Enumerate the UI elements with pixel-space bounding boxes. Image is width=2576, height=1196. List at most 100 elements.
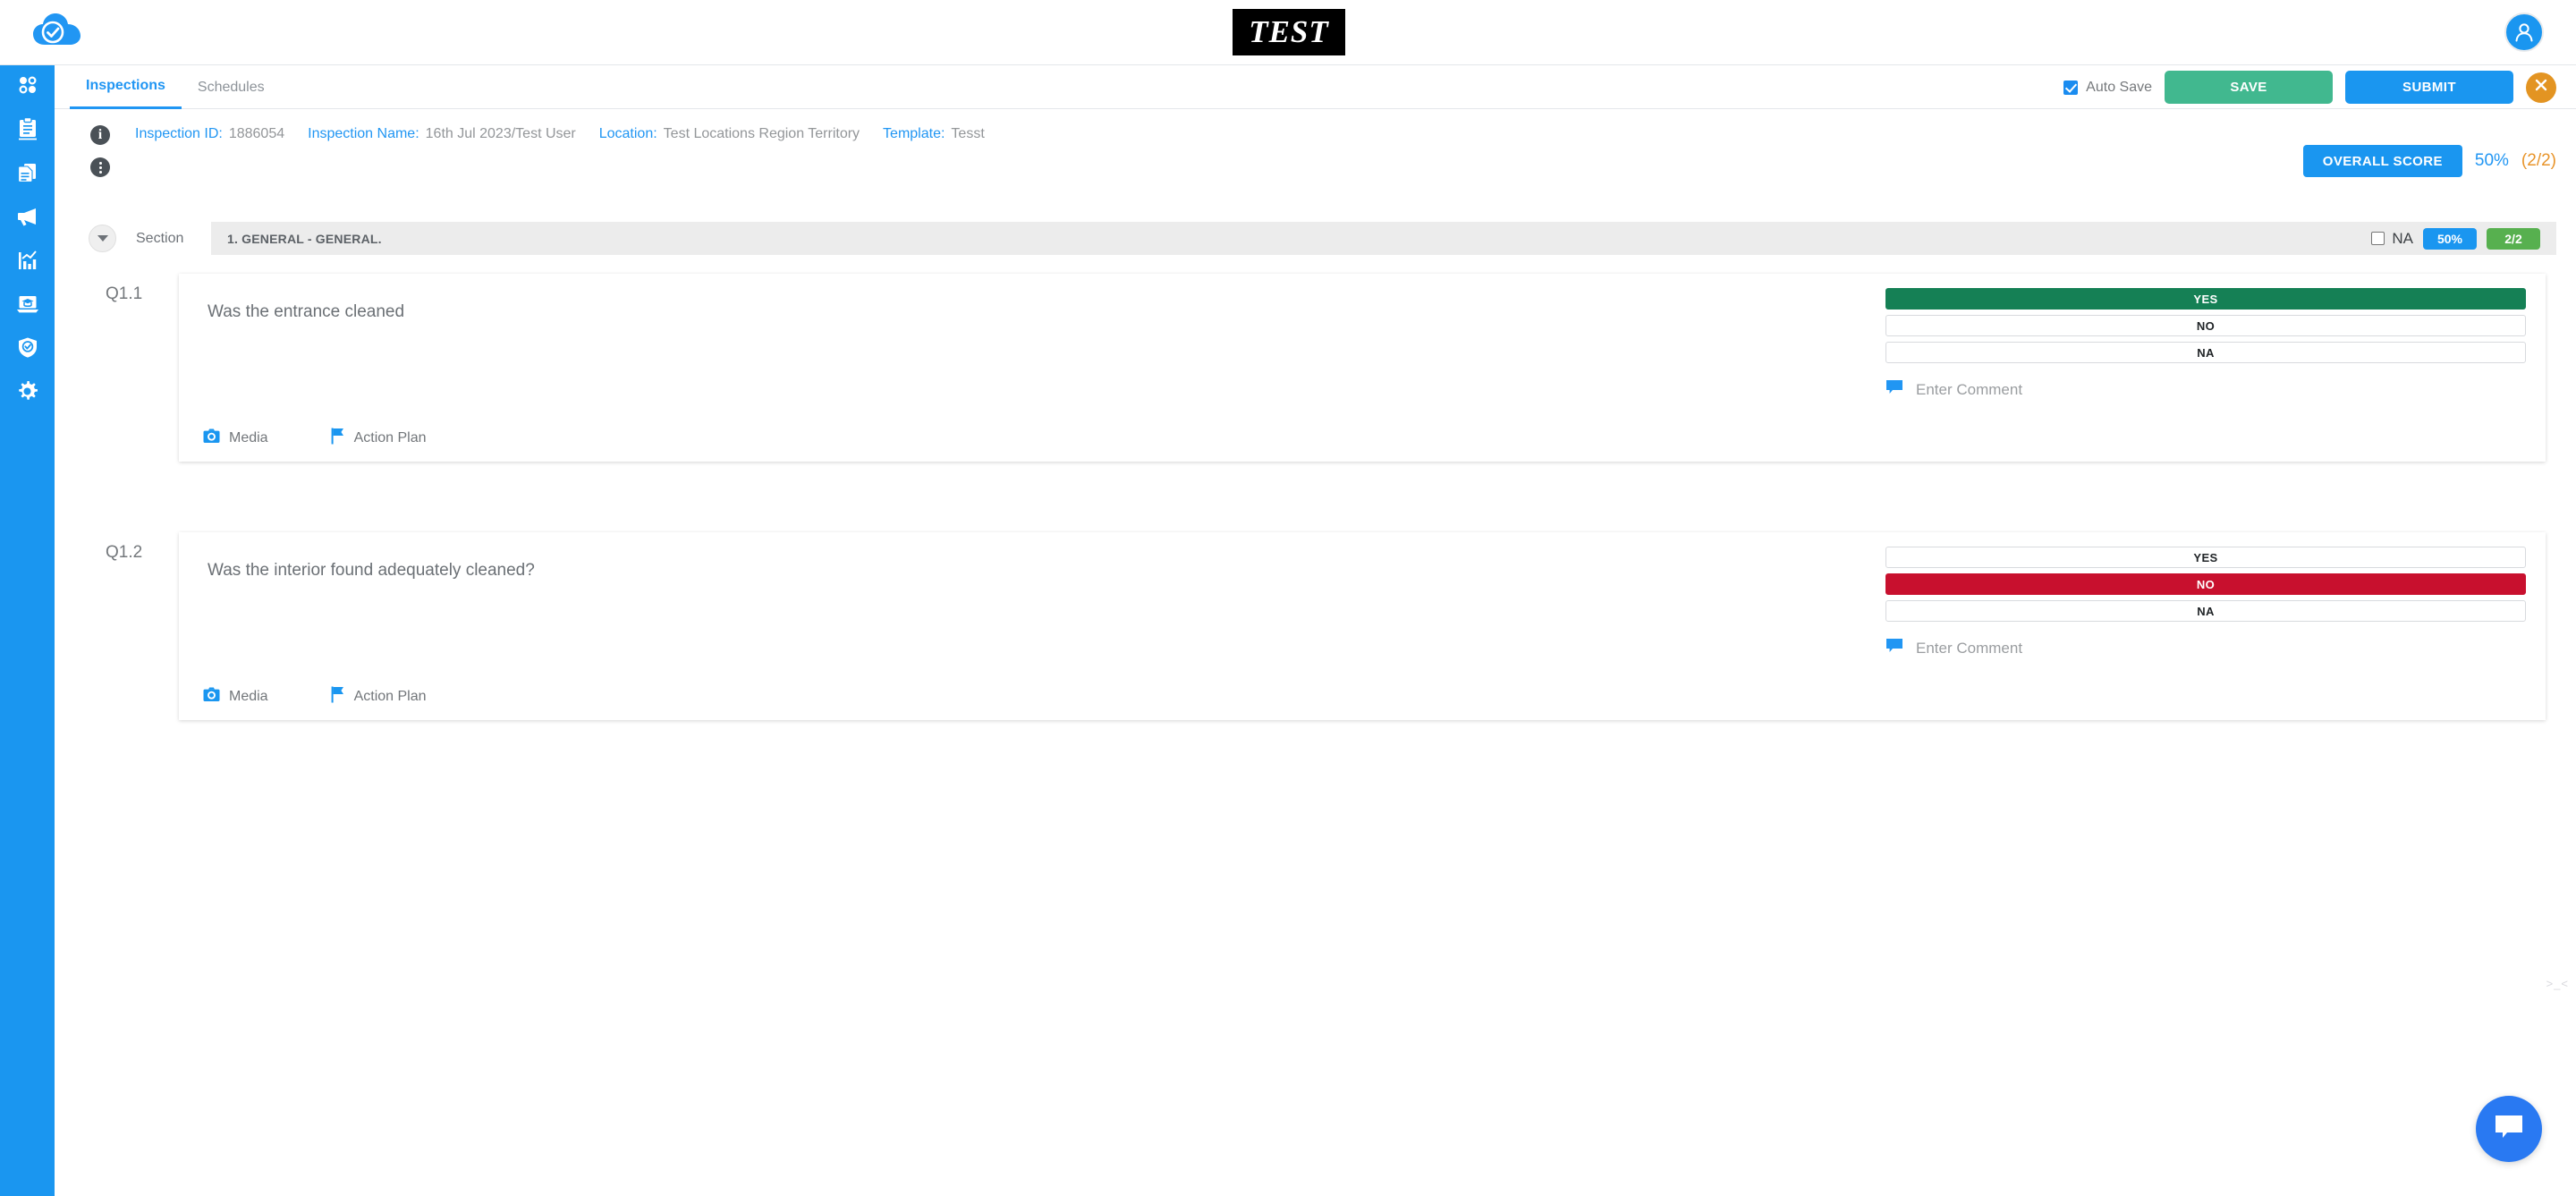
meta-label: Inspection Name: [308, 126, 419, 141]
sidebar-item-inspections[interactable] [0, 109, 55, 152]
meta-template: Template: Tesst [883, 126, 985, 142]
sidebar-item-training[interactable] [0, 284, 55, 327]
camera-icon [203, 428, 220, 448]
bar-chart-icon [17, 250, 38, 276]
megaphone-icon [16, 206, 39, 232]
question-footer: Media Action Plan [203, 428, 427, 449]
question-number: Q1.2 [106, 543, 143, 562]
auto-save-label: Auto Save [2086, 79, 2152, 95]
section-title: 1. GENERAL - GENERAL. [227, 231, 382, 246]
sidebar-item-documents[interactable] [0, 153, 55, 196]
meta-inspection-id: Inspection ID: 1886054 [135, 126, 284, 142]
action-plan-label: Action Plan [353, 689, 427, 704]
flag-icon [331, 428, 345, 449]
answer-option-na[interactable]: NA [1885, 600, 2526, 622]
sidebar-item-settings[interactable] [0, 372, 55, 415]
overall-score-fraction: (2/2) [2521, 151, 2556, 170]
section-count-badge: 2/2 [2487, 227, 2540, 250]
section-na-label: NA [2392, 229, 2413, 247]
media-label: Media [229, 689, 268, 704]
action-toolbar: Auto Save SAVE SUBMIT [2063, 65, 2556, 109]
camera-icon [203, 687, 220, 707]
gear-icon [16, 380, 38, 407]
documents-icon [17, 161, 38, 188]
close-x-icon [2533, 77, 2549, 98]
meta-location: Location: Test Locations Region Territory [599, 126, 860, 142]
overall-score-button[interactable]: OVERALL SCORE [2302, 145, 2462, 177]
section-na-toggle[interactable]: NA [2371, 230, 2413, 248]
answer-option-yes[interactable]: YES [1885, 547, 2526, 568]
sidebar-item-compliance[interactable] [0, 328, 55, 371]
left-sidebar-rail [0, 65, 55, 1196]
comment-placeholder: Enter Comment [1916, 639, 2023, 657]
laptop-graduation-icon [16, 293, 39, 319]
action-plan-button[interactable]: Action Plan [331, 686, 427, 708]
inspection-meta: Inspection ID: 1886054 Inspection Name: 16… [135, 126, 985, 142]
section-header-row: Section 1. GENERAL - GENERAL. NA 50% 2/2 [55, 215, 2576, 262]
auto-save-toggle[interactable]: Auto Save [2063, 80, 2152, 96]
cloud-check-icon[interactable] [32, 11, 82, 52]
action-plan-label: Action Plan [353, 430, 427, 445]
top-header-bar: TEST [0, 0, 2576, 65]
section-label: Section [136, 230, 184, 246]
meta-label: Template: [883, 126, 945, 141]
media-button[interactable]: Media [203, 428, 268, 448]
answer-option-no[interactable]: NO [1885, 573, 2526, 595]
question-card: Was the entrance cleaned Media Action Pl… [179, 274, 2546, 462]
action-plan-button[interactable]: Action Plan [331, 428, 427, 449]
save-button[interactable]: SAVE [2165, 71, 2333, 104]
sidebar-item-dashboard[interactable] [0, 65, 55, 108]
brand-logo: TEST [1233, 9, 1345, 55]
comment-bubble-icon [1885, 638, 1903, 658]
watermark-text: >_< [2546, 977, 2569, 990]
close-button[interactable] [2526, 72, 2556, 103]
meta-value: 16th Jul 2023/Test User [425, 126, 576, 141]
clipboard-icon [17, 116, 38, 145]
tab-strip: Inspections Schedules Auto Save SAVE SUB… [55, 65, 2576, 109]
question-card: Was the interior found adequately cleane… [179, 532, 2546, 720]
chat-bubble-icon [2494, 1114, 2524, 1145]
tab-list: Inspections Schedules [70, 65, 281, 109]
answer-options: YES NO NA [1885, 547, 2526, 627]
media-button[interactable]: Media [203, 687, 268, 707]
meta-value: Tesst [951, 126, 985, 141]
sidebar-item-announcements[interactable] [0, 197, 55, 240]
info-icon[interactable]: i [90, 125, 110, 145]
question-number: Q1.1 [106, 284, 143, 303]
chevron-down-icon[interactable] [89, 225, 116, 252]
question-footer: Media Action Plan [203, 686, 427, 708]
meta-inspection-name: Inspection Name: 16th Jul 2023/Test User [308, 126, 576, 142]
overall-score-group: OVERALL SCORE 50% (2/2) [2302, 145, 2556, 177]
submit-button[interactable]: SUBMIT [2345, 71, 2513, 104]
comment-bubble-icon [1885, 379, 1903, 400]
inspection-info-bar: i Inspection ID: 1886054 Inspection Name:… [55, 109, 2576, 178]
four-dots-grid-icon [17, 74, 38, 100]
sidebar-item-analytics[interactable] [0, 241, 55, 284]
section-status-group: NA 50% 2/2 [2371, 227, 2540, 250]
media-label: Media [229, 430, 268, 445]
user-avatar-icon[interactable] [2504, 13, 2544, 52]
flag-icon [331, 686, 345, 708]
answer-option-yes[interactable]: YES [1885, 288, 2526, 310]
meta-value: Test Locations Region Territory [663, 126, 860, 141]
section-percent-badge: 50% [2423, 227, 2477, 250]
meta-value: 1886054 [228, 126, 285, 141]
comment-row[interactable]: Enter Comment [1885, 638, 2526, 658]
overall-score-percent: 50% [2474, 151, 2509, 170]
answer-option-na[interactable]: NA [1885, 342, 2526, 363]
comment-row[interactable]: Enter Comment [1885, 379, 2526, 400]
brand-logo-text: TEST [1249, 14, 1329, 49]
question-text: Was the entrance cleaned [208, 302, 405, 321]
question-text: Was the interior found adequately cleane… [208, 561, 535, 580]
answer-option-no[interactable]: NO [1885, 315, 2526, 336]
tab-schedules[interactable]: Schedules [182, 65, 281, 109]
tab-inspections[interactable]: Inspections [70, 65, 182, 109]
auto-save-checkbox[interactable] [2063, 80, 2079, 95]
shield-check-icon [17, 336, 38, 363]
meta-label: Inspection ID: [135, 126, 223, 141]
more-options-icon[interactable] [90, 157, 110, 177]
comment-placeholder: Enter Comment [1916, 380, 2023, 398]
answer-options: YES NO NA [1885, 288, 2526, 369]
chat-widget-button[interactable] [2476, 1096, 2542, 1162]
section-na-checkbox[interactable] [2371, 232, 2385, 245]
